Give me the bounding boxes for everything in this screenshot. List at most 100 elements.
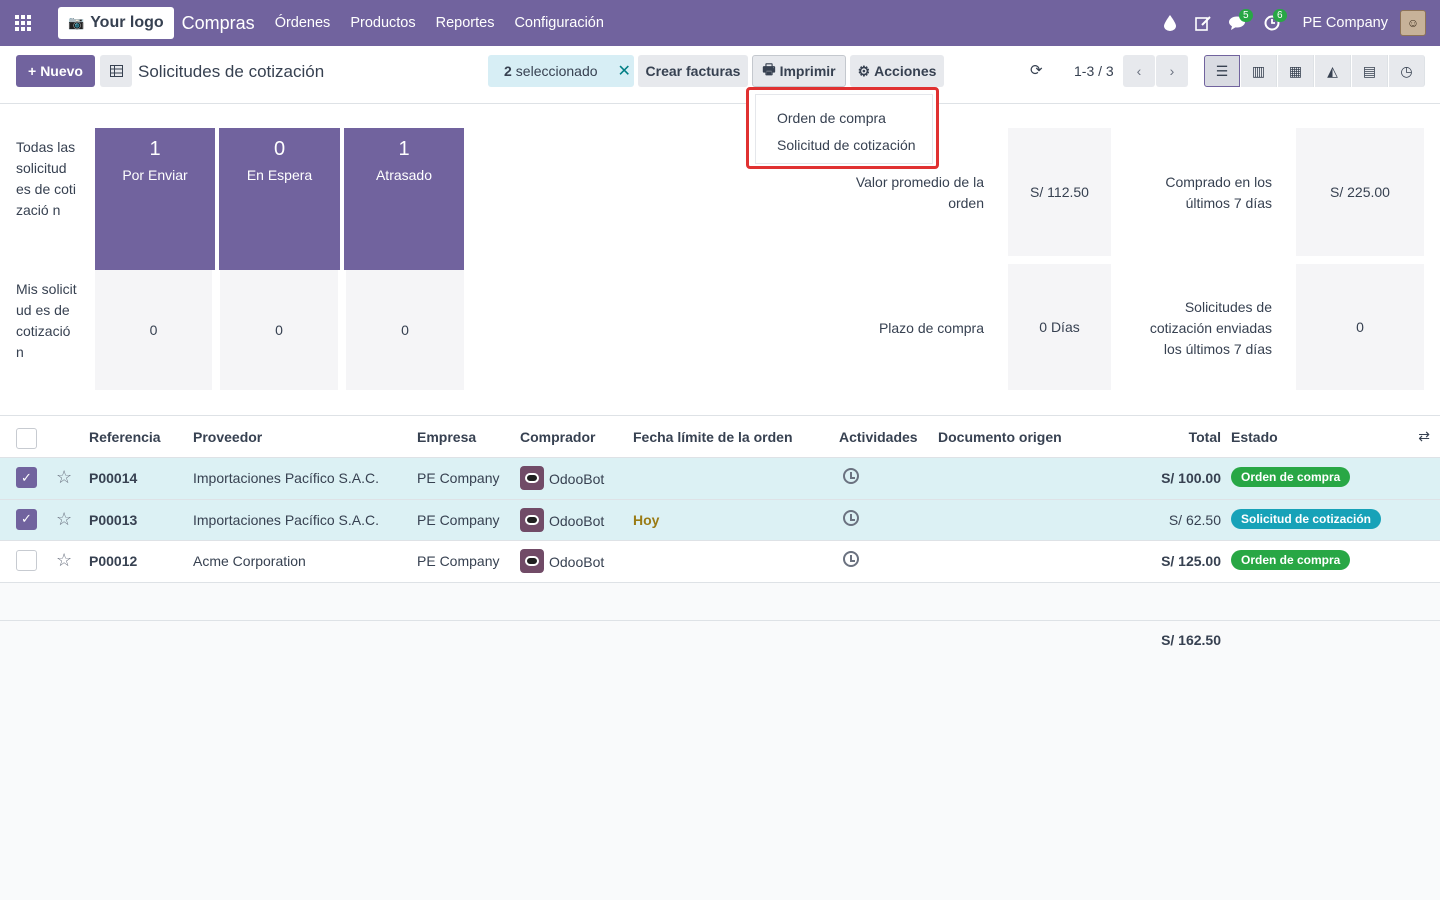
status-badge: Orden de compra: [1231, 467, 1351, 487]
kpi-avg-order-label: Valor promedio de la orden: [855, 174, 984, 211]
table-row[interactable]: ☆ P00012 Acme Corporation PE Company Odo…: [0, 541, 1440, 583]
printer-icon: 🖶: [762, 61, 776, 77]
priority-star-icon[interactable]: ☆: [56, 550, 72, 571]
list-view-icon[interactable]: ☰: [1204, 55, 1240, 87]
table-empty-space: [0, 582, 1440, 621]
select-all-checkbox[interactable]: [16, 428, 37, 449]
chat-count-badge: 5: [1239, 9, 1253, 22]
list-view-switch-icon[interactable]: [100, 55, 132, 87]
actions-button[interactable]: ⚙ Acciones: [850, 55, 944, 87]
tile-to-send[interactable]: 1 Por Enviar: [95, 128, 215, 270]
new-button-label: Nuevo: [40, 63, 83, 79]
tile-late-count: 1: [398, 138, 410, 160]
gear-icon: ⚙: [857, 62, 871, 79]
menu-reportes[interactable]: Reportes: [436, 15, 495, 31]
row-total: S/ 100.00: [1161, 470, 1221, 486]
drop-icon[interactable]: [1153, 0, 1187, 46]
activity-clock-icon[interactable]: [843, 509, 859, 526]
tile-late[interactable]: 1 Atrasado: [344, 128, 464, 270]
menu-productos[interactable]: Productos: [350, 15, 415, 31]
col-buyer[interactable]: Comprador: [520, 429, 595, 445]
buyer-avatar: [520, 549, 544, 573]
control-panel: + Nuevo Solicitudes de cotización 2 sele…: [0, 46, 1440, 104]
optional-columns-icon[interactable]: ⇄: [1418, 428, 1430, 445]
print-label: Imprimir: [779, 63, 836, 79]
col-deadline[interactable]: Fecha límite de la orden: [633, 429, 793, 445]
company-logo[interactable]: 📷 Your logo: [58, 7, 174, 39]
activity-clock-icon[interactable]: [843, 551, 859, 567]
print-dropdown-menu: Orden de compra Solicitud de cotización: [755, 94, 933, 164]
kpi-purchased-7d-label: Comprado en los últimos 7 días: [1165, 174, 1272, 211]
status-badge: Orden de compra: [1231, 550, 1351, 570]
col-total[interactable]: Total: [1189, 429, 1221, 445]
kpi-lead-time-value: 0 Días: [1008, 264, 1111, 390]
kanban-view-icon[interactable]: ▥: [1241, 55, 1277, 87]
row-checkbox[interactable]: ✓: [16, 508, 37, 530]
activity-clock-icon[interactable]: 6: [1255, 0, 1289, 46]
create-invoices-label: Crear facturas: [645, 63, 741, 79]
create-invoices-button[interactable]: Crear facturas: [638, 55, 748, 87]
tile-to-send-count: 1: [149, 138, 161, 160]
activity-view-icon[interactable]: ◷: [1389, 55, 1425, 87]
top-navbar: 📷 Your logo Compras Órdenes Productos Re…: [0, 0, 1440, 46]
calendar-view-icon[interactable]: ▤: [1352, 55, 1388, 87]
pager-value[interactable]: 1-3 / 3: [1074, 63, 1114, 79]
pager-previous-icon[interactable]: ‹: [1123, 55, 1155, 87]
refresh-icon[interactable]: ⟳: [1030, 61, 1043, 79]
col-activities[interactable]: Actividades: [839, 429, 918, 445]
print-purchase-order-item[interactable]: Orden de compra: [777, 110, 886, 126]
my-to-send[interactable]: 0: [95, 270, 212, 390]
purchase-dashboard: Todas las solicitud es de cotizació n Mi…: [0, 104, 1440, 416]
col-origin[interactable]: Documento origen: [938, 429, 1062, 445]
app-name[interactable]: Compras: [182, 13, 255, 34]
col-company[interactable]: Empresa: [417, 429, 476, 445]
navbar-systray: 5 6 PE Company ☺: [1153, 0, 1426, 46]
row-vendor: Acme Corporation: [193, 553, 306, 569]
activity-clock-icon[interactable]: [843, 468, 859, 484]
buyer-avatar: [520, 466, 544, 490]
chat-icon[interactable]: 5: [1221, 0, 1255, 46]
table-row[interactable]: ✓ ☆ P00014 Importaciones Pacífico S.A.C.…: [0, 458, 1440, 500]
col-state[interactable]: Estado: [1231, 429, 1278, 445]
my-late[interactable]: 0: [346, 270, 464, 390]
grand-total: S/ 162.50: [1161, 631, 1221, 648]
graph-view-icon[interactable]: ◭: [1315, 55, 1351, 87]
row-reference: P00012: [89, 553, 138, 569]
priority-star-icon[interactable]: ☆: [56, 509, 72, 530]
tile-waiting[interactable]: 0 En Espera: [219, 128, 340, 270]
user-avatar[interactable]: ☺: [1400, 10, 1426, 36]
kpi-rfq-sent-7d-label: Solicitudes de cotización enviadas los ú…: [1149, 299, 1272, 357]
edit-icon[interactable]: [1187, 0, 1221, 46]
clear-selection-icon[interactable]: ✕: [618, 61, 631, 81]
status-badge: Solicitud de cotización: [1231, 508, 1382, 529]
row-checkbox[interactable]: ✓: [16, 467, 37, 488]
col-vendor[interactable]: Proveedor: [193, 429, 262, 445]
menu-configuracion[interactable]: Configuración: [514, 15, 603, 31]
col-reference[interactable]: Referencia: [89, 429, 161, 445]
row-reference: P00013: [89, 511, 138, 528]
pager-next-icon[interactable]: ›: [1156, 55, 1188, 87]
row-buyer: OdooBot: [549, 512, 605, 529]
priority-star-icon[interactable]: ☆: [56, 467, 72, 488]
menu-ordenes[interactable]: Órdenes: [275, 15, 331, 31]
table-row[interactable]: ✓ ☆ P00013 Importaciones Pacífico S.A.C.…: [0, 499, 1440, 541]
selected-label: seleccionado: [515, 63, 598, 79]
selection-pill: 2 seleccionado ✕: [488, 55, 634, 87]
row-deadline: Hoy: [633, 511, 660, 528]
new-button[interactable]: + Nuevo: [16, 55, 95, 87]
print-button[interactable]: 🖶 Imprimir: [752, 55, 846, 87]
tile-late-label: Atrasado: [375, 167, 433, 183]
activity-count-badge: 6: [1273, 9, 1287, 22]
buyer-avatar: [520, 507, 544, 532]
row-total: S/ 125.00: [1161, 553, 1221, 569]
company-switcher[interactable]: PE Company: [1303, 15, 1388, 31]
pivot-view-icon[interactable]: ▦: [1278, 55, 1314, 87]
apps-menu-icon[interactable]: [0, 0, 46, 46]
row-vendor: Importaciones Pacífico S.A.C.: [193, 470, 379, 486]
my-waiting[interactable]: 0: [220, 270, 338, 390]
row-checkbox[interactable]: [16, 550, 37, 571]
row-vendor: Importaciones Pacífico S.A.C.: [193, 511, 379, 528]
tile-waiting-label: En Espera: [246, 167, 313, 183]
rfq-list-table: Referencia Proveedor Empresa Comprador F…: [0, 416, 1440, 661]
print-rfq-item[interactable]: Solicitud de cotización: [777, 137, 916, 153]
